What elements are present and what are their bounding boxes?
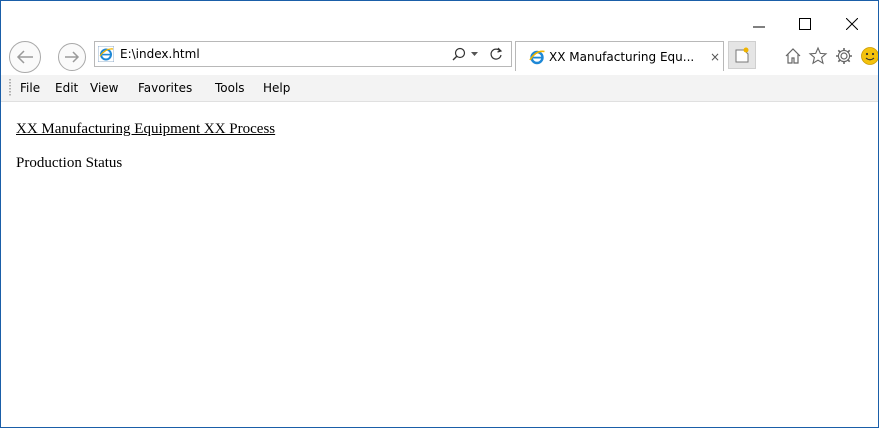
tab-active[interactable]: XX Manufacturing Equ... × (515, 41, 724, 71)
ie-icon (98, 46, 114, 62)
title-bar (1, 1, 878, 39)
menu-bar: File Edit View Favorites Tools Help (1, 75, 878, 102)
star-icon[interactable] (808, 46, 828, 66)
address-bar[interactable]: E:\index.html (94, 41, 512, 67)
browser-window: E:\index.html XX Manufacturing Equ... × (0, 0, 879, 428)
smiley-icon[interactable] (860, 46, 879, 66)
minimize-icon (753, 26, 765, 28)
forward-arrow-icon (65, 51, 80, 63)
new-tab-icon (735, 47, 749, 63)
search-icon[interactable] (452, 47, 466, 61)
maximize-button[interactable] (782, 9, 828, 39)
chevron-down-icon[interactable] (471, 52, 478, 57)
address-text[interactable]: E:\index.html (120, 47, 200, 61)
back-arrow-icon (16, 50, 33, 64)
menu-edit[interactable]: Edit (55, 81, 78, 95)
process-link[interactable]: XX Manufacturing Equipment XX Process (16, 121, 275, 138)
page-content: XX Manufacturing Equipment XX Process Pr… (1, 102, 878, 427)
menu-tools[interactable]: Tools (215, 81, 245, 95)
tab-title: XX Manufacturing Equ... (549, 50, 695, 64)
menu-favorites[interactable]: Favorites (138, 81, 192, 95)
menu-help[interactable]: Help (263, 81, 290, 95)
close-icon (846, 18, 858, 30)
tab-close-icon[interactable]: × (710, 50, 720, 64)
maximize-icon (799, 18, 811, 30)
close-button[interactable] (829, 9, 875, 39)
ie-icon (529, 50, 545, 65)
production-status-text: Production Status (16, 155, 123, 171)
menu-view[interactable]: View (90, 81, 118, 95)
menu-file[interactable]: File (20, 81, 40, 95)
home-icon[interactable] (783, 46, 803, 66)
toolbar-grip[interactable] (9, 79, 11, 97)
refresh-icon[interactable] (489, 47, 503, 61)
new-tab-button[interactable] (728, 41, 756, 69)
forward-button[interactable] (58, 43, 86, 71)
minimize-button[interactable] (736, 9, 782, 39)
gear-icon[interactable] (834, 46, 854, 66)
back-button[interactable] (9, 41, 41, 73)
